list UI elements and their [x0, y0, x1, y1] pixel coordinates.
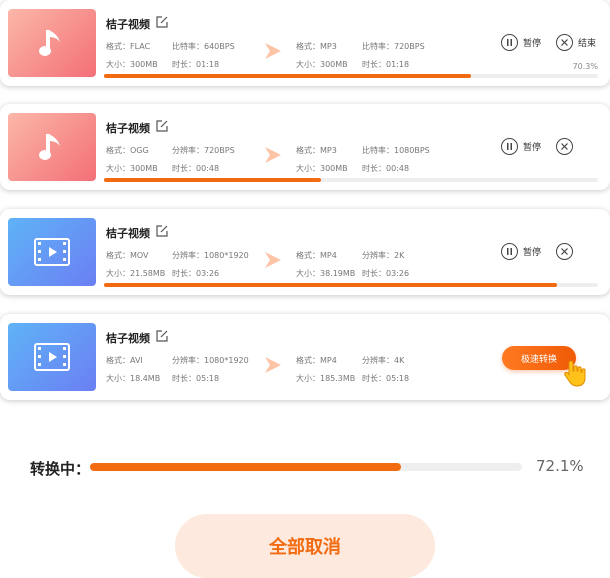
source-format: 格式：OGG [106, 146, 149, 155]
close-icon [556, 34, 573, 51]
target-size: 大小：185.3MB [296, 374, 356, 383]
source-size: 大小：18.4MB [106, 374, 161, 383]
task-percent: 70.3% [572, 62, 598, 71]
source-rate: 分辨率：1080*1920 [172, 356, 249, 365]
target-format: 格式：MP4 [296, 356, 337, 365]
overall-percent: 72.1% [536, 457, 584, 475]
source-size: 大小：300MB [106, 164, 158, 173]
source-format: 格式：AVI [106, 356, 143, 365]
source-rate: 比特率：640BPS [172, 42, 235, 51]
target-format: 格式：MP3 [296, 42, 337, 51]
target-format: 格式：MP3 [296, 146, 337, 155]
close-icon [556, 243, 573, 260]
pause-button[interactable]: 暂停 [501, 138, 541, 155]
overall-progress [90, 463, 522, 471]
task-card: 桔子视频 格式：MOV 分辨率：1080*1920 大小：21.58MB 时长：… [0, 209, 610, 295]
pause-icon [501, 243, 518, 260]
target-rate: 比特率：1080BPS [362, 146, 430, 155]
task-title: 桔子视频 [106, 227, 150, 240]
edit-icon[interactable] [155, 224, 169, 238]
target-size: 大小：38.19MB [296, 269, 356, 278]
source-rate: 分辨率：720BPS [172, 146, 235, 155]
film-icon [34, 343, 70, 371]
audio-thumbnail [8, 9, 96, 77]
task-card: 桔子视频 格式：OGG 分辨率：720BPS 大小：300MB 时长：00:48… [0, 104, 610, 190]
music-note-icon [39, 134, 60, 160]
edit-icon[interactable] [155, 15, 169, 29]
target-format: 格式：MP4 [296, 251, 337, 260]
pause-icon [501, 138, 518, 155]
overall-status-label: 转换中： [30, 460, 91, 478]
task-progress [104, 178, 598, 182]
close-button[interactable] [556, 138, 573, 155]
arrow-right-icon [265, 252, 281, 268]
source-size: 大小：21.58MB [106, 269, 166, 278]
audio-thumbnail [8, 113, 96, 181]
arrow-right-icon [265, 147, 281, 163]
arrow-right-icon [265, 43, 281, 59]
task-card: 桔子视频 格式：FLAC 比特率：640BPS 大小：300MB 时长：01:1… [0, 0, 610, 86]
target-rate: 分辨率：4K [362, 356, 405, 365]
target-size: 大小：300MB [296, 164, 348, 173]
source-rate: 分辨率：1080*1920 [172, 251, 249, 260]
target-size: 大小：300MB [296, 60, 348, 69]
pause-label: 暂停 [523, 143, 542, 153]
end-button[interactable]: 结束 [556, 34, 596, 51]
film-icon [34, 238, 70, 266]
target-duration: 时长：03:26 [362, 269, 410, 278]
end-label: 结束 [578, 39, 597, 49]
edit-icon[interactable] [155, 119, 169, 133]
source-duration: 时长：03:26 [172, 269, 220, 278]
pause-label: 暂停 [523, 248, 542, 258]
close-icon [556, 138, 573, 155]
source-duration: 时长：00:48 [172, 164, 220, 173]
music-note-icon [39, 30, 60, 56]
hand-cursor-icon [564, 360, 586, 387]
task-progress [104, 74, 598, 78]
target-duration: 时长：01:18 [362, 60, 410, 69]
pause-button[interactable]: 暂停 [501, 243, 541, 260]
task-title: 桔子视频 [106, 18, 150, 31]
pause-icon [501, 34, 518, 51]
target-rate: 比特率：720BPS [362, 42, 425, 51]
close-button[interactable] [556, 243, 573, 260]
source-format: 格式：MOV [106, 251, 149, 260]
task-title: 桔子视频 [106, 332, 150, 345]
video-thumbnail [8, 218, 96, 286]
pause-button[interactable]: 暂停 [501, 34, 541, 51]
task-progress [104, 283, 598, 287]
arrow-right-icon [265, 357, 281, 373]
pause-label: 暂停 [523, 39, 542, 49]
target-duration: 时长：00:48 [362, 164, 410, 173]
edit-icon[interactable] [155, 329, 169, 343]
video-thumbnail [8, 323, 96, 391]
source-format: 格式：FLAC [106, 42, 151, 51]
task-title: 桔子视频 [106, 122, 150, 135]
target-rate: 分辨率：2K [362, 251, 405, 260]
source-duration: 时长：01:18 [172, 60, 220, 69]
target-duration: 时长：05:18 [362, 374, 410, 383]
source-size: 大小：300MB [106, 60, 158, 69]
source-duration: 时长：05:18 [172, 374, 220, 383]
cancel-all-button[interactable]: 全部取消 [175, 514, 435, 578]
